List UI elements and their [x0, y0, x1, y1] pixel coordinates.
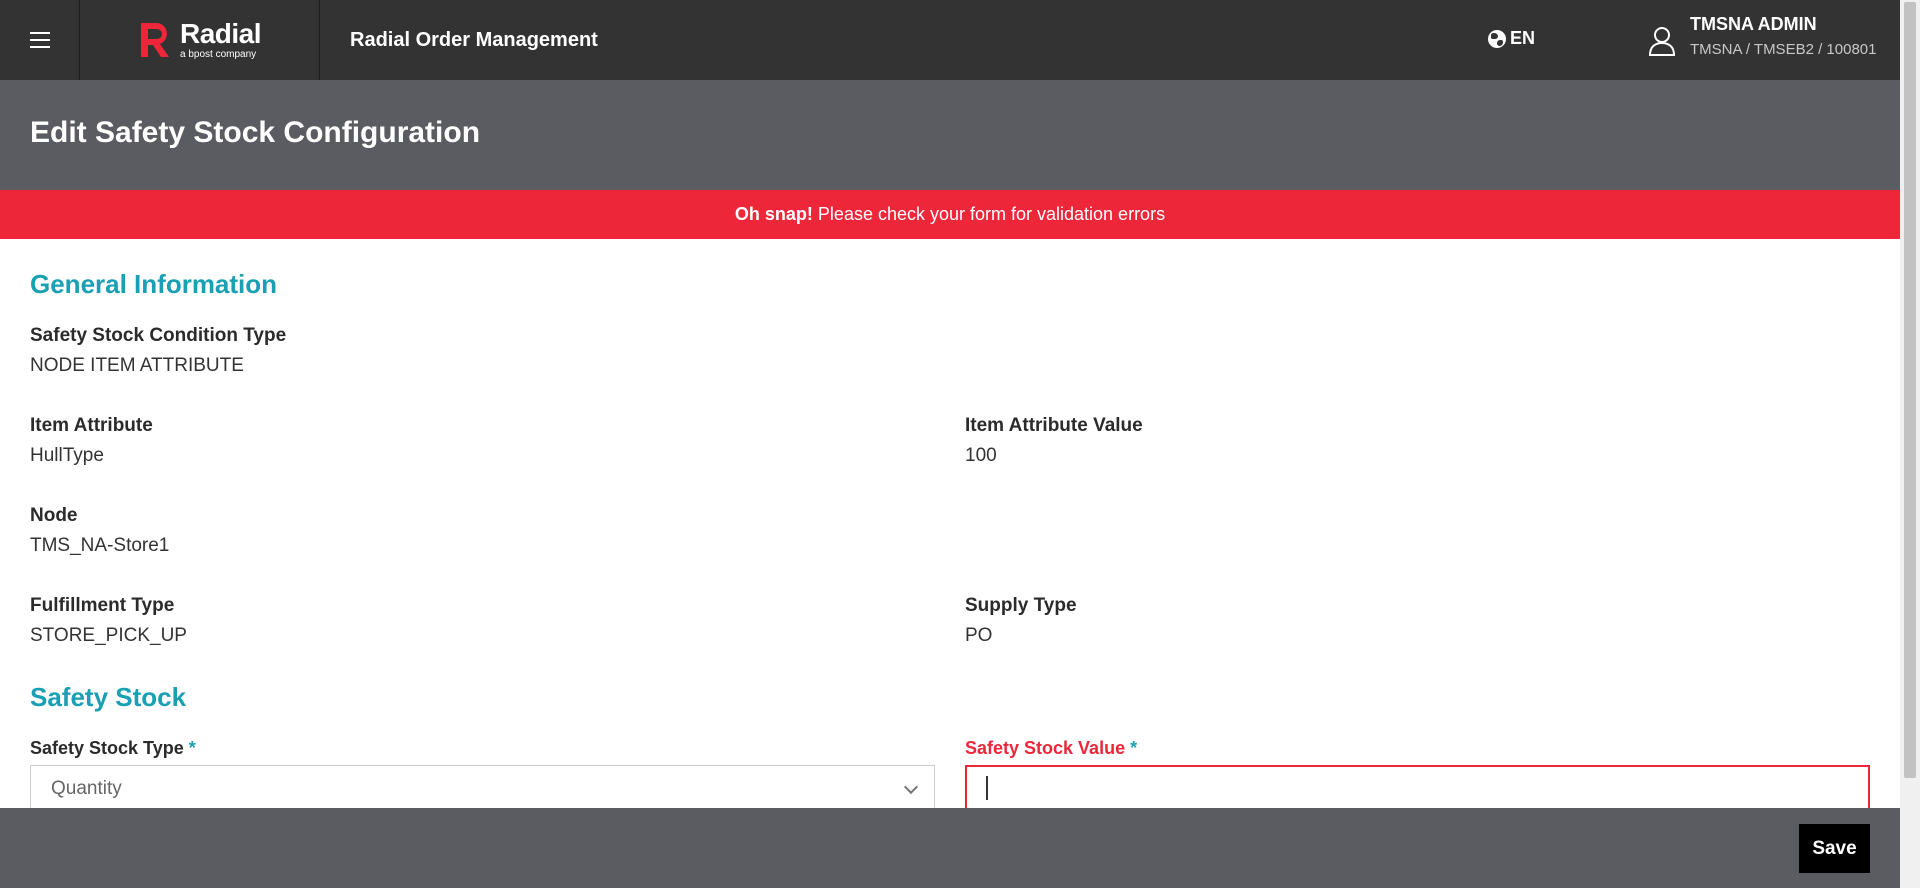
radial-logo[interactable]: Radial a bpost company	[80, 0, 320, 80]
user-icon	[1648, 27, 1676, 56]
safety-stock-type-label-text: Safety Stock Type	[30, 738, 184, 758]
page-header: Edit Safety Stock Configuration	[0, 80, 1900, 190]
form-content: General Information Safety Stock Conditi…	[0, 239, 1900, 813]
language-code: EN	[1510, 28, 1536, 48]
alert-strong-text: Oh snap!	[734, 204, 813, 224]
node-value: TMS_NA-Store1	[30, 535, 170, 556]
footer-bar: Save	[0, 808, 1900, 888]
safety-stock-type-label: Safety Stock Type *	[30, 738, 196, 759]
logo-tagline: a bpost company	[179, 49, 257, 60]
general-information-heading: General Information	[30, 269, 278, 299]
safety-stock-type-select[interactable]: Quantity	[30, 765, 935, 813]
chevron-down-icon	[903, 779, 919, 795]
hamburger-menu-icon[interactable]	[0, 0, 80, 80]
safety-stock-heading: Safety Stock	[30, 682, 187, 712]
page-title: Edit Safety Stock Configuration	[30, 116, 481, 149]
globe-icon	[1488, 29, 1506, 48]
item-attribute-value: HullType	[30, 445, 104, 466]
fulfillment-type-value: STORE_PICK_UP	[30, 625, 187, 646]
safety-stock-value-input[interactable]	[965, 765, 1870, 813]
item-attribute-label: Item Attribute	[30, 415, 153, 436]
language-selector[interactable]: EN	[1488, 28, 1535, 49]
node-label: Node	[30, 505, 78, 526]
item-attribute-value-value: 100	[965, 445, 997, 466]
fulfillment-type-label: Fulfillment Type	[30, 595, 175, 616]
supply-type-value: PO	[965, 625, 993, 646]
user-name: TMSNA ADMIN	[1690, 14, 1817, 34]
radial-logo-mark-icon	[140, 23, 169, 57]
vertical-scrollbar[interactable]	[1900, 0, 1920, 888]
top-navigation-bar: Radial a bpost company Radial Order Mana…	[0, 0, 1900, 80]
logo-name: Radial	[179, 18, 262, 49]
required-marker: *	[188, 738, 196, 758]
user-menu[interactable]: TMSNA ADMIN TMSNA / TMSEB2 / 100801	[1648, 14, 1876, 58]
app-title: Radial Order Management	[350, 28, 598, 51]
condition-type-label: Safety Stock Condition Type	[30, 325, 287, 346]
safety-stock-type-selected: Quantity	[51, 778, 122, 799]
supply-type-label: Supply Type	[965, 595, 1077, 616]
user-context: TMSNA / TMSEB2 / 100801	[1690, 41, 1877, 58]
item-attribute-value-label: Item Attribute Value	[965, 415, 1143, 436]
required-marker: *	[1130, 738, 1138, 758]
safety-stock-value-label-text: Safety Stock Value	[965, 738, 1126, 758]
validation-error-alert: Oh snap! Please check your form for vali…	[0, 190, 1900, 239]
scrollbar-thumb[interactable]	[1904, 2, 1916, 778]
condition-type-value: NODE ITEM ATTRIBUTE	[30, 355, 244, 376]
save-button[interactable]: Save	[1799, 824, 1870, 873]
alert-message: Please check your form for validation er…	[817, 204, 1166, 224]
safety-stock-value-label: Safety Stock Value *	[965, 738, 1137, 759]
